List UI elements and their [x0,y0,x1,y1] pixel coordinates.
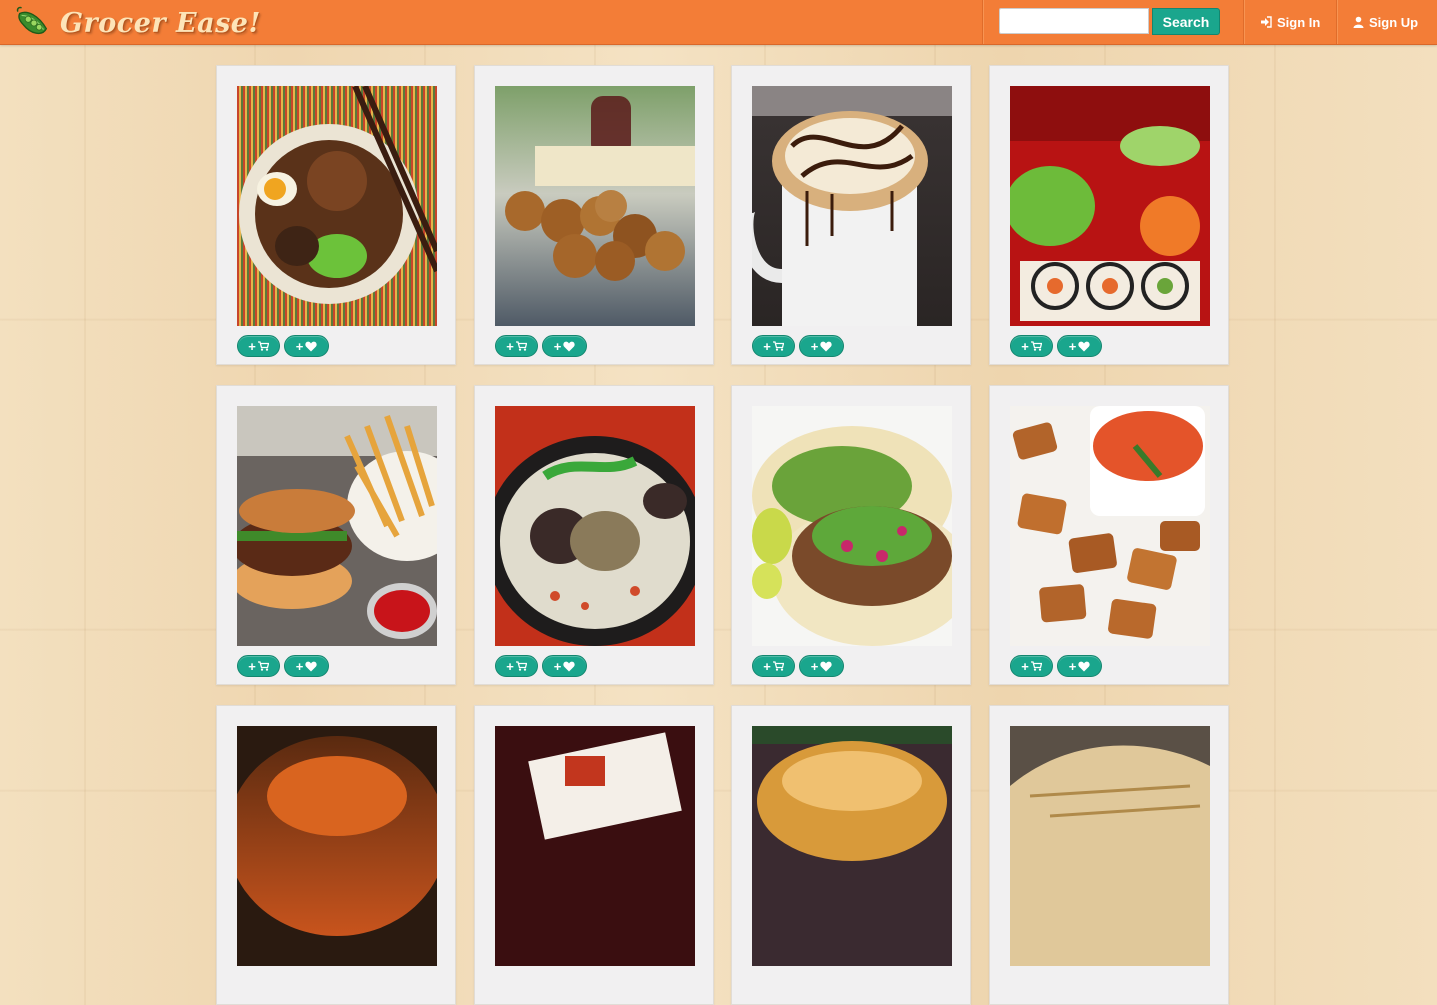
cart-icon [257,661,269,671]
heart-icon [305,341,317,351]
product-card: + + [989,65,1229,365]
add-to-favorites-button[interactable]: + [1057,335,1102,357]
cart-icon [515,661,527,671]
search-button[interactable]: Search [1152,8,1220,35]
search-input[interactable] [999,8,1149,34]
add-to-favorites-button[interactable]: + [542,335,587,357]
add-to-cart-button[interactable]: + [1010,335,1053,357]
product-card [216,705,456,1005]
cart-icon [1030,661,1042,671]
card-actions: + + [237,335,329,357]
marshmallow-hot-chocolate-photo[interactable] [752,86,952,326]
sandwich-photo[interactable] [752,726,952,966]
product-card: + + [216,385,456,685]
card-actions: + + [237,655,329,677]
nav-divider [1336,0,1338,44]
add-to-cart-button[interactable]: + [495,655,538,677]
tacos-photo[interactable] [752,406,952,646]
product-card: + + [731,65,971,365]
peapod-logo-icon [16,6,48,35]
brand-link[interactable]: Grocer Ease! [14,4,261,42]
sign-up-label: Sign Up [1369,14,1419,30]
card-actions: + + [495,655,587,677]
cart-icon [257,341,269,351]
cart-icon [515,341,527,351]
heart-icon [563,341,575,351]
add-to-favorites-button[interactable]: + [284,335,329,357]
ramen-bowl-photo[interactable] [237,86,437,326]
product-card: + + [474,385,714,685]
product-card: + + [216,65,456,365]
card-actions: + + [1010,335,1102,357]
sign-in-link[interactable]: Sign In [1260,0,1320,44]
arancini-balls-photo[interactable] [495,86,695,326]
product-card [989,705,1229,1005]
heart-icon [563,661,575,671]
cart-icon [772,661,784,671]
sign-in-icon [1261,16,1272,28]
card-actions: + + [1010,655,1102,677]
add-to-favorites-button[interactable]: + [542,655,587,677]
nav-divider [982,0,984,44]
heart-icon [1078,661,1090,671]
flatbread-photo[interactable] [1010,726,1210,966]
product-card: + + [474,65,714,365]
card-actions: + + [752,335,844,357]
add-to-cart-button[interactable]: + [495,335,538,357]
heart-icon [305,661,317,671]
korean-soup-photo[interactable] [495,406,695,646]
add-to-cart-button[interactable]: + [237,335,280,357]
add-to-favorites-button[interactable]: + [799,655,844,677]
add-to-cart-button[interactable]: + [1010,655,1053,677]
card-actions: + + [752,655,844,677]
heart-icon [820,661,832,671]
add-to-favorites-button[interactable]: + [284,655,329,677]
add-to-favorites-button[interactable]: + [799,335,844,357]
cart-icon [772,341,784,351]
heart-icon [1078,341,1090,351]
sign-in-label: Sign In [1277,14,1321,30]
nav-divider [1243,0,1245,44]
add-to-cart-button[interactable]: + [237,655,280,677]
top-navbar: Grocer Ease! Search Sign In Sign Up [0,0,1437,45]
heart-icon [820,341,832,351]
product-card [731,705,971,1005]
brand-name: Grocer Ease! [60,7,261,39]
toasted-ravioli-photo[interactable] [1010,406,1210,646]
add-to-favorites-button[interactable]: + [1057,655,1102,677]
add-to-cart-button[interactable]: + [752,655,795,677]
pizza-photo[interactable] [237,726,437,966]
sign-up-link[interactable]: Sign Up [1353,0,1418,44]
product-card: + + [989,385,1229,685]
cart-icon [1030,341,1042,351]
sushi-bento-photo[interactable] [1010,86,1210,326]
card-actions: + + [495,335,587,357]
user-icon [1353,16,1364,28]
burger-and-fries-photo[interactable] [237,406,437,646]
add-to-cart-button[interactable]: + [752,335,795,357]
product-card: + + [731,385,971,685]
plated-dish-photo[interactable] [495,726,695,966]
product-card [474,705,714,1005]
